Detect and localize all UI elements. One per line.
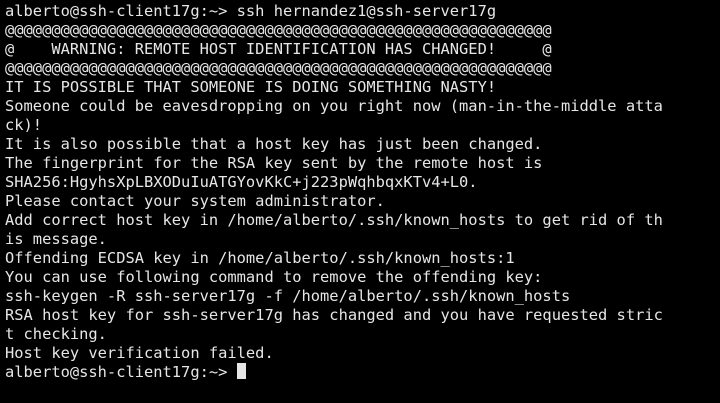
shell-prompt: alberto@ssh-client17g:~> <box>5 363 237 381</box>
terminal-line: Please contact your system administrator… <box>5 192 385 210</box>
terminal-line: t checking. <box>5 325 107 343</box>
terminal-line: SHA256:HgyhsXpLBXODuIuATGYovKkC+j223pWqh… <box>5 173 478 191</box>
terminal-line: Offending ECDSA key in /home/alberto/.ss… <box>5 249 515 267</box>
terminal-line: is message. <box>5 230 107 248</box>
terminal-line: @@@@@@@@@@@@@@@@@@@@@@@@@@@@@@@@@@@@@@@@… <box>5 21 552 39</box>
terminal-line: @ WARNING: REMOTE HOST IDENTIFICATION HA… <box>5 40 552 58</box>
terminal-window[interactable]: alberto@ssh-client17g:~> ssh hernandez1@… <box>0 0 720 403</box>
terminal-line: @@@@@@@@@@@@@@@@@@@@@@@@@@@@@@@@@@@@@@@@… <box>5 59 552 77</box>
text-cursor <box>236 363 246 379</box>
terminal-line: Someone could be eavesdropping on you ri… <box>5 97 663 115</box>
terminal-line: ck)! <box>5 116 43 134</box>
terminal-line: Host key verification failed. <box>5 344 274 362</box>
terminal-line: Add correct host key in /home/alberto/.s… <box>5 211 663 229</box>
terminal-line: alberto@ssh-client17g:~> ssh hernandez1@… <box>5 2 497 20</box>
command-prompt-line[interactable]: alberto@ssh-client17g:~> <box>5 363 720 382</box>
terminal-line: RSA host key for ssh-server17g has chang… <box>5 306 663 324</box>
terminal-line: ssh-keygen -R ssh-server17g -f /home/alb… <box>5 287 571 305</box>
terminal-line: The fingerprint for the RSA key sent by … <box>5 154 543 172</box>
terminal-line: IT IS POSSIBLE THAT SOMEONE IS DOING SOM… <box>5 78 497 96</box>
terminal-line: It is also possible that a host key has … <box>5 135 543 153</box>
terminal-line: You can use following command to remove … <box>5 268 543 286</box>
